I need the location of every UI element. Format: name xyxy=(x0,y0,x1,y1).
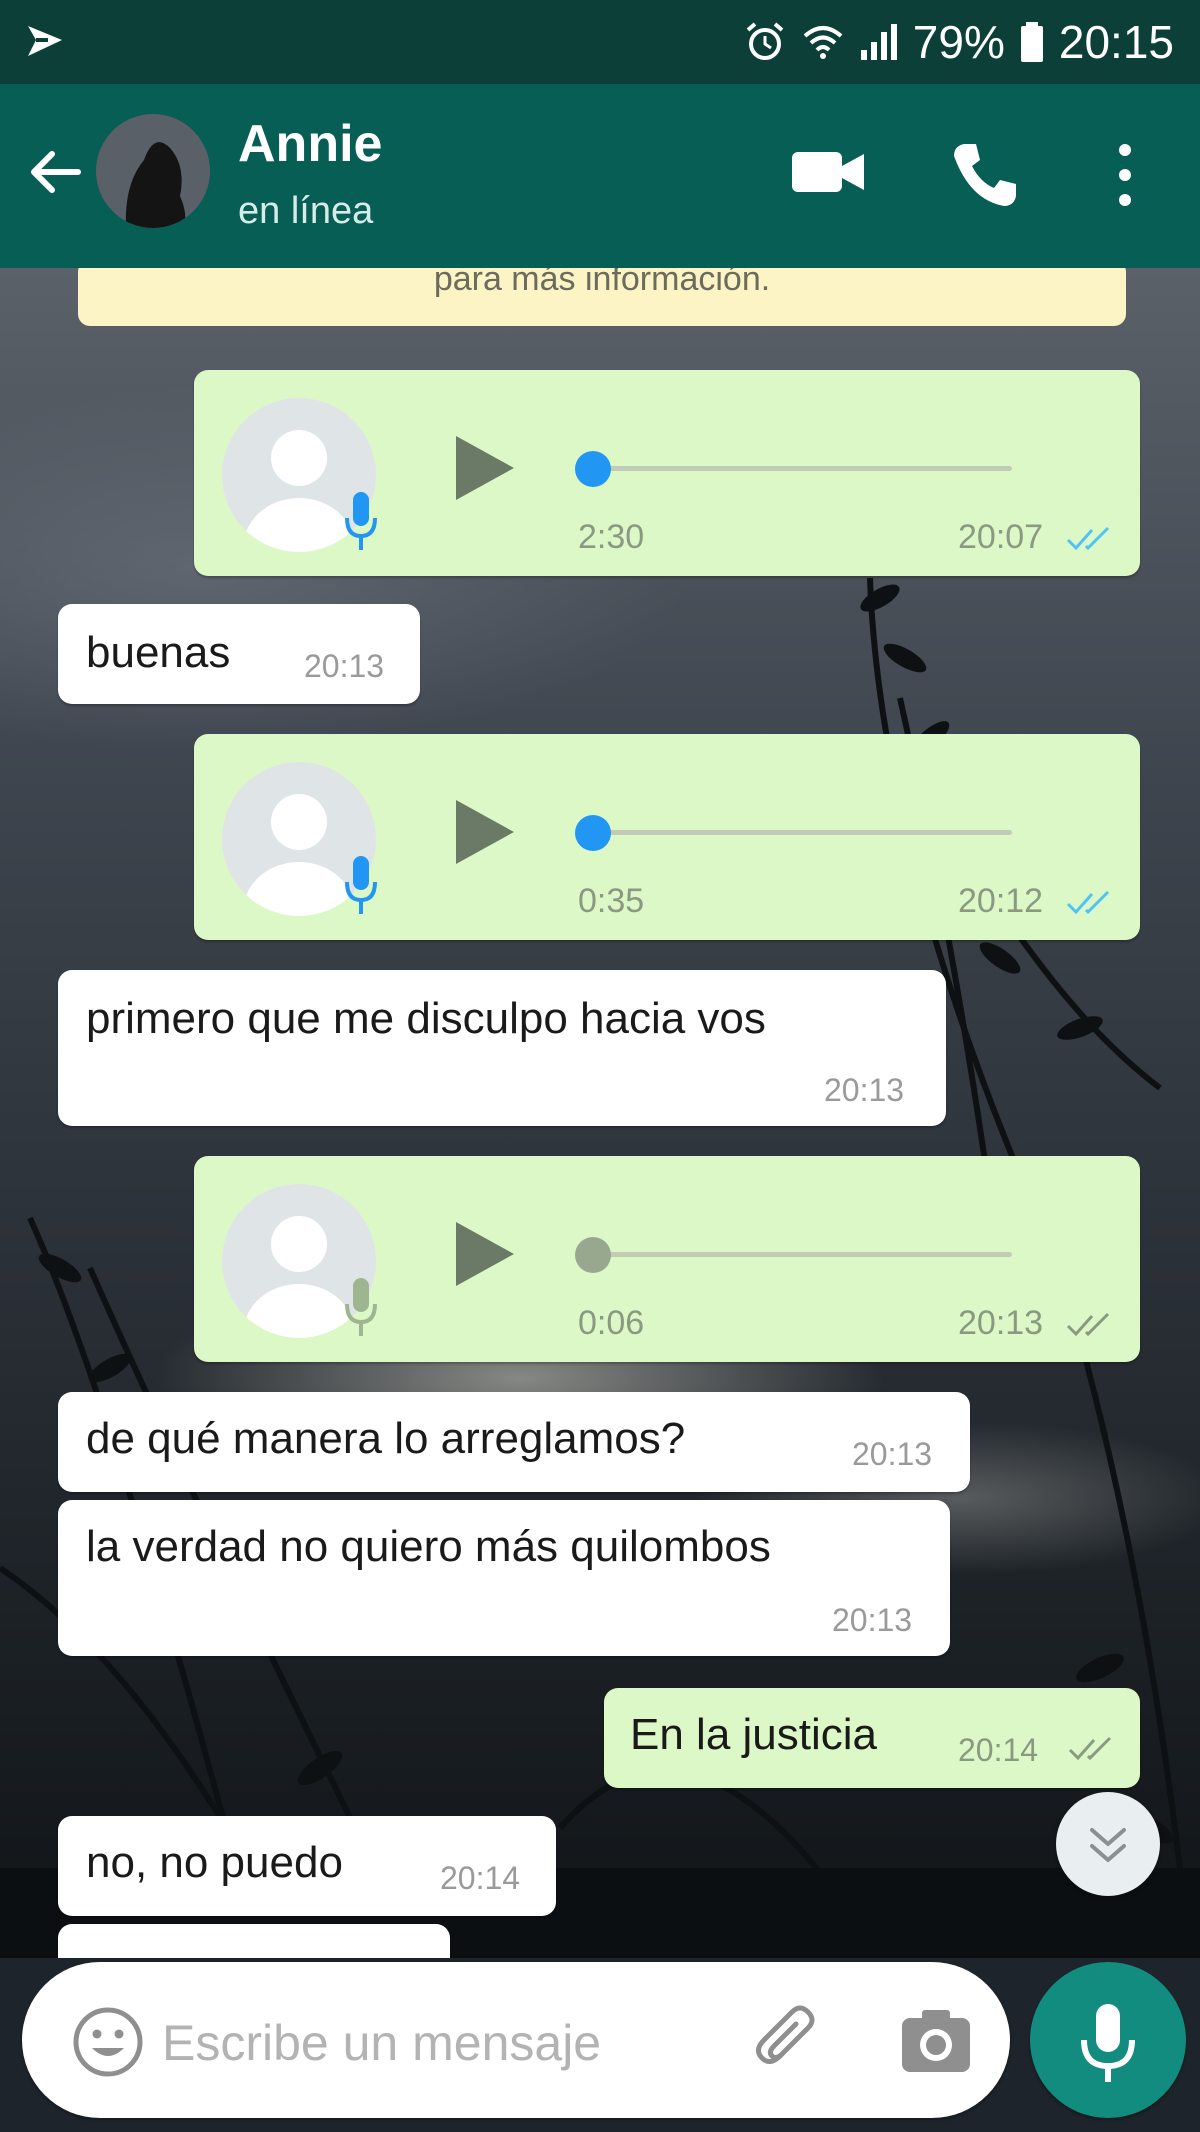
microphone-icon xyxy=(345,1278,377,1336)
voice-message[interactable]: 2:30 20:07 xyxy=(194,370,1140,576)
message-time: 20:07 xyxy=(958,518,1044,556)
app-notification-icon xyxy=(28,26,62,56)
incoming-message[interactable]: primero que me disculpo hacia vos 20:13 xyxy=(58,970,946,1126)
microphone-icon xyxy=(1081,2004,1135,2082)
input-bar: Escribe un mensaje xyxy=(0,1958,1200,2132)
message-time: 20:13 xyxy=(304,648,385,684)
incoming-message[interactable]: la verdad no quiero más quilombos 20:13 xyxy=(58,1500,950,1656)
play-icon[interactable] xyxy=(452,1218,518,1290)
message-text: la verdad no quiero más quilombos xyxy=(86,1522,771,1571)
camera-icon[interactable] xyxy=(900,2006,972,2076)
outgoing-message[interactable]: En la justicia 20:14 xyxy=(604,1688,1140,1788)
play-icon[interactable] xyxy=(452,796,518,868)
battery-icon xyxy=(1020,22,1043,62)
signal-icon xyxy=(860,24,897,60)
more-vert-icon[interactable] xyxy=(1110,140,1140,210)
message-time: 20:14 xyxy=(440,1860,521,1896)
message-time: 20:13 xyxy=(958,1304,1044,1342)
voice-record-button[interactable] xyxy=(1030,1962,1186,2118)
message-text: de qué manera lo arreglamos? xyxy=(86,1414,686,1463)
voice-progress-track[interactable] xyxy=(584,830,1012,835)
encryption-notice[interactable]: para más información. xyxy=(78,268,1126,326)
chat-header: Annie en línea xyxy=(0,84,1200,268)
notice-text: para más información. xyxy=(433,268,771,298)
message-time: 20:13 xyxy=(852,1436,933,1472)
battery-percent: 79% xyxy=(912,16,1005,68)
voice-message[interactable]: 0:06 20:13 xyxy=(194,1156,1140,1362)
play-icon[interactable] xyxy=(452,432,518,504)
message-input[interactable]: Escribe un mensaje xyxy=(162,2014,601,2072)
voice-duration: 0:06 xyxy=(578,1304,645,1342)
contact-avatar[interactable] xyxy=(96,114,210,228)
incoming-message[interactable]: de qué manera lo arreglamos? 20:13 xyxy=(58,1392,970,1492)
phone-icon[interactable] xyxy=(950,140,1020,210)
voice-progress-knob[interactable] xyxy=(575,451,611,487)
incoming-message[interactable]: buenas 20:13 xyxy=(58,604,420,704)
voice-duration: 0:35 xyxy=(578,882,645,920)
video-call-icon[interactable] xyxy=(790,146,866,198)
delivered-ticks-icon xyxy=(1066,1312,1110,1337)
double-chevron-down-icon xyxy=(1090,1828,1126,1862)
microphone-icon xyxy=(345,492,377,550)
message-text: En la justicia xyxy=(630,1710,878,1759)
message-time: 20:13 xyxy=(832,1602,913,1638)
voice-message[interactable]: 0:35 20:12 xyxy=(194,734,1140,940)
status-time: 20:15 xyxy=(1058,16,1174,68)
voice-progress-knob[interactable] xyxy=(575,1237,611,1273)
message-text: no, no puedo xyxy=(86,1838,343,1887)
status-bar: 79% 20:15 xyxy=(0,0,1200,84)
arrow-back-icon[interactable] xyxy=(24,140,88,204)
incoming-message-partial[interactable] xyxy=(58,1924,450,1958)
emoji-icon[interactable] xyxy=(72,2006,144,2078)
contact-name[interactable]: Annie xyxy=(238,114,382,174)
microphone-icon xyxy=(345,856,377,914)
message-time: 20:13 xyxy=(824,1072,905,1108)
message-text: buenas xyxy=(86,628,231,677)
voice-duration: 2:30 xyxy=(578,518,645,556)
scroll-to-bottom-button[interactable] xyxy=(1056,1792,1160,1896)
alarm-icon xyxy=(746,22,784,60)
message-input-container[interactable]: Escribe un mensaje xyxy=(22,1962,1010,2118)
delivered-ticks-icon xyxy=(1068,1736,1112,1761)
attach-icon[interactable] xyxy=(750,2002,826,2078)
message-time: 20:14 xyxy=(958,1732,1039,1768)
voice-progress-knob[interactable] xyxy=(575,815,611,851)
incoming-message[interactable]: no, no puedo 20:14 xyxy=(58,1816,556,1916)
voice-progress-track[interactable] xyxy=(584,466,1012,471)
avatar-photo xyxy=(96,114,210,228)
message-time: 20:12 xyxy=(958,882,1044,920)
voice-progress-track[interactable] xyxy=(584,1252,1012,1257)
read-ticks-icon xyxy=(1066,890,1110,915)
chat-area[interactable]: para más información. 2:30 20:07 buenas … xyxy=(0,268,1200,1958)
contact-status: en línea xyxy=(238,190,374,232)
read-ticks-icon xyxy=(1066,526,1110,551)
message-text: primero que me disculpo hacia vos xyxy=(86,994,766,1043)
wifi-icon xyxy=(803,26,843,59)
